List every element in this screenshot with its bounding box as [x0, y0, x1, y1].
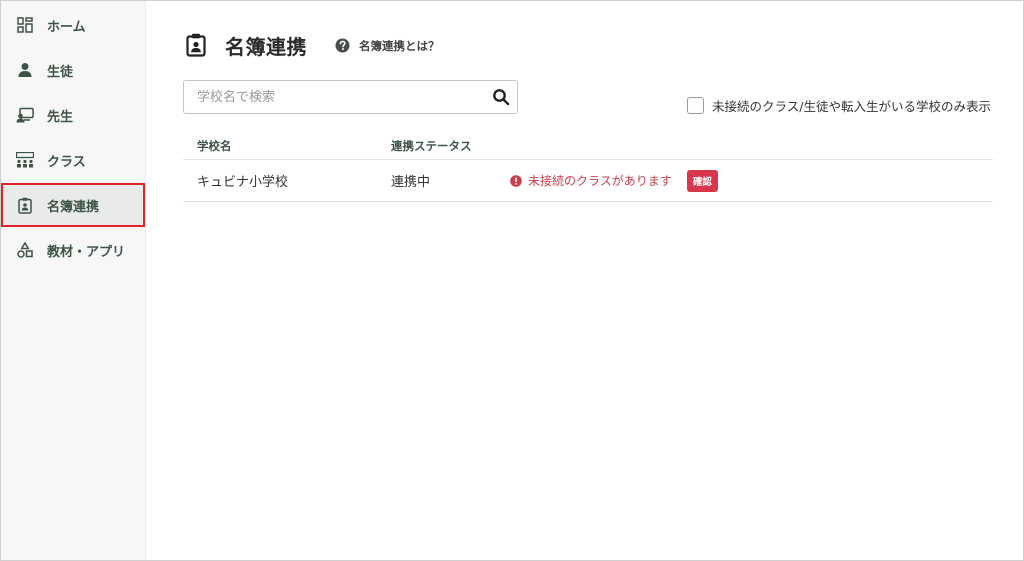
help-link-label: 名簿連携とは？: [359, 38, 440, 53]
table-row: キュビナ小学校 連携中 未接続のクラスがあります 確認: [183, 160, 993, 202]
dashboard-icon: [16, 16, 34, 34]
shapes-icon: [16, 241, 34, 259]
sidebar-item-label: 教材・アプリ: [47, 244, 126, 260]
checkbox-box[interactable]: [687, 97, 705, 114]
filter-label: 未接続のクラス/生徒や転入生がいる学校のみ表示: [712, 99, 991, 114]
page-title: 名簿連携: [225, 35, 307, 59]
question-circle-icon: [335, 38, 350, 53]
page-header: 名簿連携 名簿連携とは？: [186, 31, 440, 60]
column-header-status: 連携ステータス: [391, 139, 472, 153]
sidebar-item-students[interactable]: 生徒: [1, 48, 145, 92]
sidebar-item-label: クラス: [47, 154, 86, 170]
search-field: [183, 80, 518, 114]
main-content: 名簿連携 名簿連携とは？ 学校名で検索 未接続のクラス/生徒や転入生がいる学校の…: [146, 1, 1023, 560]
sidebar-item-label: ホーム: [47, 19, 86, 35]
school-table: 学校名 連携ステータス キュビナ小学校 連携中 未接続のクラスがあります 確認: [183, 135, 993, 202]
clipboard-badge-icon: [16, 196, 34, 214]
teacher-icon: [16, 106, 34, 124]
table-header: 学校名 連携ステータス: [183, 135, 993, 160]
sidebar: ホーム 生徒 先生 クラス 名簿連携 教材・アプリ: [1, 1, 146, 560]
clipboard-badge-icon: [186, 33, 208, 59]
sync-status: 連携中: [391, 175, 431, 190]
sidebar-item-label: 名簿連携: [47, 199, 100, 215]
class-icon: [16, 151, 34, 169]
sidebar-item-label: 生徒: [47, 64, 74, 80]
sidebar-item-classes[interactable]: クラス: [1, 138, 145, 182]
sidebar-item-label: 先生: [47, 109, 74, 125]
unconnected-filter-checkbox[interactable]: 未接続のクラス/生徒や転入生がいる学校のみ表示: [687, 96, 991, 115]
sidebar-item-teachers[interactable]: 先生: [1, 93, 145, 137]
exclamation-circle-icon: [510, 174, 522, 187]
warning-text: 未接続のクラスがあります: [528, 174, 672, 188]
sidebar-item-home[interactable]: ホーム: [1, 3, 145, 47]
sidebar-item-materials-apps[interactable]: 教材・アプリ: [1, 228, 145, 272]
help-link[interactable]: 名簿連携とは？: [335, 38, 440, 54]
confirm-button[interactable]: 確認: [686, 169, 718, 192]
app-window: ホーム 生徒 先生 クラス 名簿連携 教材・アプリ 名簿連携 名簿連携とは？ 学…: [0, 0, 1024, 561]
person-icon: [16, 61, 34, 79]
warning-message: 未接続のクラスがあります: [510, 172, 672, 189]
school-name: キュビナ小学校: [197, 175, 289, 190]
search-input[interactable]: [184, 81, 474, 113]
sidebar-item-roster-sync[interactable]: 名簿連携: [1, 183, 145, 227]
column-header-school: 学校名: [197, 139, 232, 153]
search-icon[interactable]: [491, 87, 511, 107]
